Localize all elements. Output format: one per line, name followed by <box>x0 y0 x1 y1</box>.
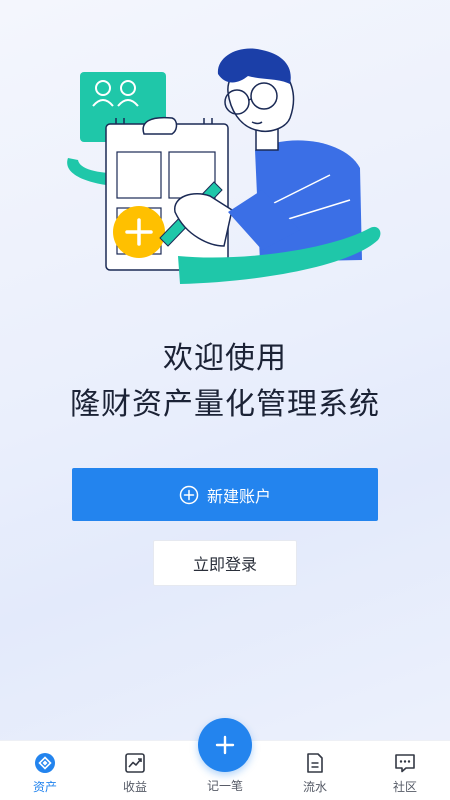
welcome-line-1: 欢迎使用 <box>163 341 287 376</box>
tab-transactions[interactable]: 流水 <box>270 741 360 800</box>
chart-icon <box>125 753 145 773</box>
tab-assets[interactable]: 资产 <box>0 741 90 800</box>
document-icon <box>307 753 323 773</box>
welcome-heading: 欢迎使用 隆财资产量化管理系统 <box>0 336 450 428</box>
asset-icon <box>35 753 55 773</box>
tab-label: 流水 <box>302 780 327 794</box>
hero-illustration <box>0 0 450 310</box>
plus-icon <box>215 735 235 755</box>
login-label: 立即登录 <box>192 555 257 574</box>
create-account-label: 新建账户 <box>206 486 271 506</box>
tab-label: 收益 <box>122 780 147 794</box>
tab-label: 社区 <box>392 780 417 794</box>
tab-label: 资产 <box>32 780 57 794</box>
login-button[interactable]: 立即登录 <box>153 540 297 586</box>
plus-circle-icon <box>179 485 199 504</box>
chat-icon <box>395 754 415 773</box>
create-account-button[interactable]: 新建账户 <box>72 468 378 521</box>
add-record-button[interactable] <box>198 718 252 772</box>
tab-community[interactable]: 社区 <box>360 741 450 800</box>
app-name-title: 隆财资产量化管理系统 <box>70 387 380 422</box>
tab-income[interactable]: 收益 <box>90 741 180 800</box>
add-record-label[interactable]: 记一笔 <box>180 777 270 794</box>
